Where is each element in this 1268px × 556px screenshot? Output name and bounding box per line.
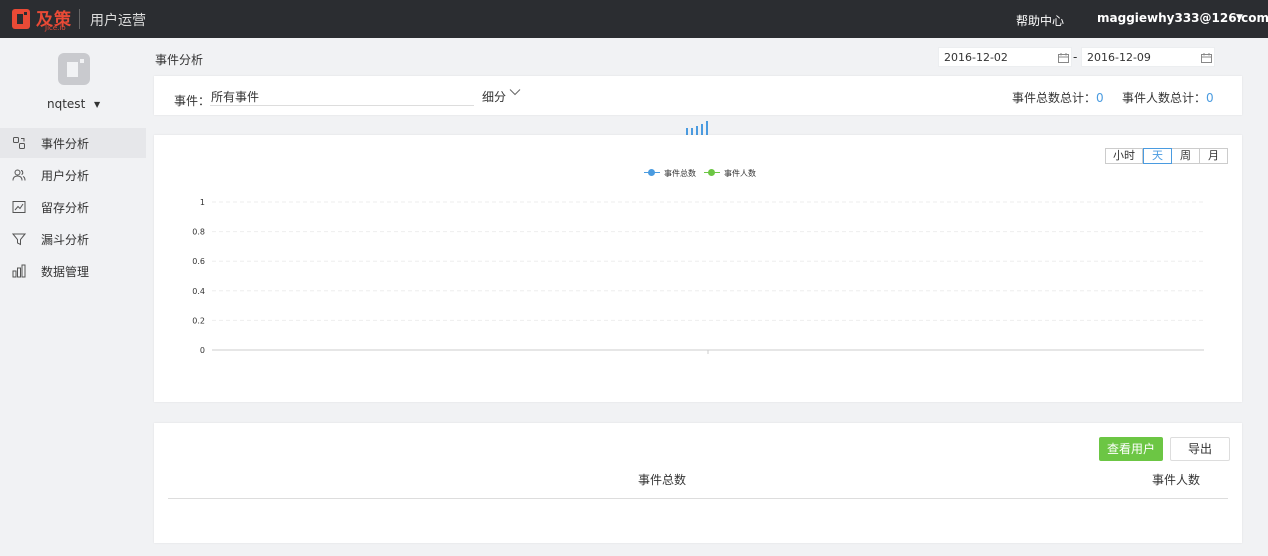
- total-events-label: 事件总数总计：: [1012, 91, 1097, 105]
- chart-card: 小时 天 周 月 事件总数 事件人数 0 0.2 0.4 0.6 0.8 1: [154, 135, 1242, 402]
- total-users-label: 事件人数总计：: [1122, 91, 1207, 105]
- caret-down-icon[interactable]: ▼: [1236, 13, 1243, 23]
- total-users-stat: 事件人数总计：0: [1122, 89, 1214, 106]
- logo-divider: [79, 9, 80, 29]
- project-selector[interactable]: nqtest: [47, 97, 85, 111]
- page-title: 事件分析: [155, 53, 204, 67]
- sidebar-item-data-management[interactable]: 数据管理: [0, 256, 146, 286]
- y-tick-label: 0.2: [192, 316, 205, 325]
- sidebar-item-label: 漏斗分析: [41, 233, 90, 247]
- y-tick-label: 0.8: [192, 228, 205, 237]
- end-date-value: 2016-12-09: [1087, 51, 1151, 64]
- start-date-input[interactable]: 2016-12-02: [938, 47, 1072, 67]
- bar-chart-icon: [12, 264, 26, 278]
- y-tick-label: 0: [200, 346, 205, 355]
- sidebar-item-label: 用户分析: [41, 169, 90, 183]
- logo-icon: [12, 9, 30, 29]
- chevron-down-icon[interactable]: [509, 87, 521, 97]
- filter-bar: 事件： 所有事件 细分 事件总数总计：0 事件人数总计：0: [154, 76, 1242, 115]
- date-separator: -: [1073, 50, 1078, 64]
- export-button[interactable]: 导出: [1170, 437, 1230, 461]
- app-title: 用户运营: [90, 13, 146, 29]
- sidebar-item-user-analysis[interactable]: 用户分析: [0, 160, 146, 190]
- event-analysis-icon: [13, 137, 25, 149]
- y-tick-label: 1: [200, 198, 205, 207]
- sidebar-item-label: 数据管理: [41, 265, 90, 279]
- sidebar-item-retention[interactable]: 留存分析: [0, 192, 146, 222]
- y-tick-label: 0.4: [192, 287, 205, 296]
- total-users-value: 0: [1206, 91, 1214, 105]
- y-tick-label: 0.6: [192, 257, 205, 266]
- event-label: 事件：: [174, 94, 211, 108]
- help-center-link[interactable]: 帮助中心: [1016, 12, 1064, 29]
- view-users-button[interactable]: 查看用户: [1099, 437, 1163, 461]
- column-header-total-events[interactable]: 事件总数: [638, 471, 686, 488]
- sidebar: nqtest ▼ 事件分析 用户分析 留存分析 漏斗分析 数据管理: [0, 38, 146, 556]
- sidebar-item-event-analysis[interactable]: 事件分析: [0, 128, 146, 158]
- table-divider: [168, 498, 1228, 499]
- total-events-stat: 事件总数总计：0: [1012, 89, 1104, 106]
- logo-subtext: Jice.io: [45, 24, 66, 32]
- event-selector[interactable]: 所有事件: [210, 86, 474, 106]
- caret-down-icon[interactable]: ▼: [94, 100, 100, 109]
- event-selector-value: 所有事件: [211, 90, 260, 104]
- sidebar-item-funnel[interactable]: 漏斗分析: [0, 224, 146, 254]
- calendar-icon[interactable]: [1201, 53, 1212, 63]
- breakdown-dropdown[interactable]: 细分: [482, 88, 506, 105]
- users-icon: [12, 169, 26, 181]
- project-avatar: [58, 53, 90, 85]
- column-header-total-users[interactable]: 事件人数: [1152, 471, 1200, 488]
- calendar-icon[interactable]: [1058, 53, 1069, 63]
- retention-icon: [12, 201, 26, 213]
- funnel-icon: [12, 233, 26, 246]
- table-card: 查看用户 导出 事件总数 事件人数: [154, 423, 1242, 543]
- start-date-value: 2016-12-02: [944, 51, 1008, 64]
- top-navbar: 及策 Jice.io 用户运营 帮助中心 maggiewhy333@126.co…: [0, 0, 1268, 38]
- sidebar-item-label: 事件分析: [41, 137, 90, 151]
- end-date-input[interactable]: 2016-12-09: [1081, 47, 1215, 67]
- total-events-value: 0: [1096, 91, 1104, 105]
- line-chart: 0 0.2 0.4 0.6 0.8 1: [192, 198, 1204, 355]
- sidebar-item-label: 留存分析: [41, 201, 90, 215]
